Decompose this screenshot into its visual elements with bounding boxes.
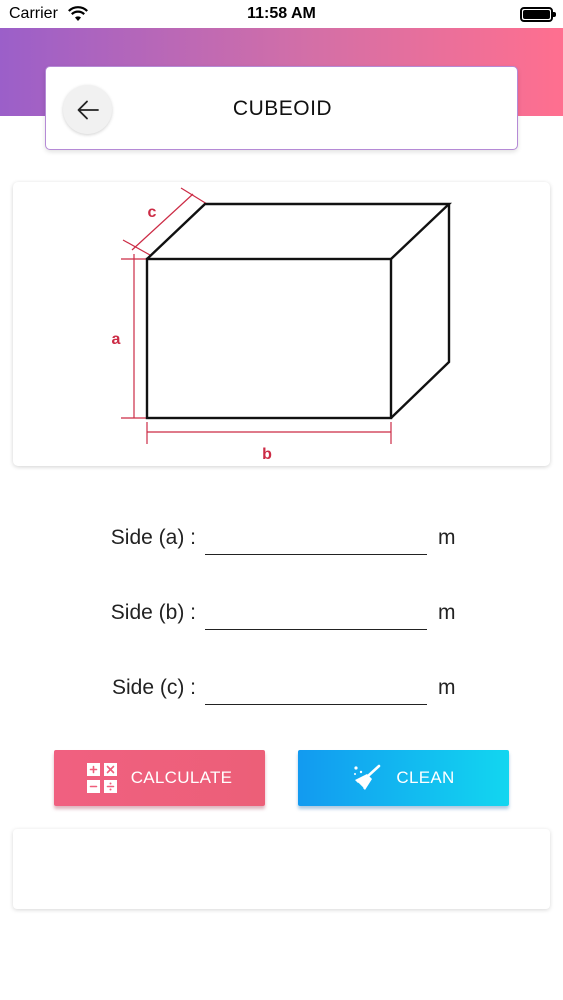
side-a-unit: m xyxy=(438,526,456,549)
back-button[interactable] xyxy=(63,85,112,134)
clean-button[interactable]: CLEAN xyxy=(298,750,509,806)
dimension-lines xyxy=(121,187,392,444)
side-a-label: Side (a) : xyxy=(110,526,196,549)
cuboid-outline xyxy=(145,202,453,420)
status-bar: Carrier 11:58 AM xyxy=(0,0,563,28)
battery-icon xyxy=(520,7,556,22)
side-c-input[interactable] xyxy=(205,671,427,705)
clean-label: CLEAN xyxy=(396,768,455,787)
clock: 11:58 AM xyxy=(247,5,316,22)
page-title: CUBEOID xyxy=(232,97,333,120)
side-c-row: Side (c) : m xyxy=(0,668,563,708)
broom-icon xyxy=(352,763,382,793)
side-b-label: Side (b) : xyxy=(110,601,196,624)
arrow-left-icon xyxy=(77,100,99,119)
title-bar: CUBEOID xyxy=(45,66,518,150)
label-b: b xyxy=(262,446,272,463)
side-a-input[interactable] xyxy=(205,521,427,555)
side-c-label: Side (c) : xyxy=(111,676,196,699)
side-b-row: Side (b) : m xyxy=(0,593,563,633)
cuboid-drawing: c a b xyxy=(112,187,453,463)
calculator-icon xyxy=(86,763,117,793)
cuboid-diagram: c a b xyxy=(13,182,550,466)
label-c: c xyxy=(148,204,157,221)
calculate-label: CALCULATE xyxy=(130,768,233,787)
result-panel xyxy=(13,829,550,909)
side-b-input[interactable] xyxy=(205,596,427,630)
calculate-button[interactable]: CALCULATE xyxy=(54,750,265,806)
side-a-row: Side (a) : m xyxy=(0,518,563,558)
side-c-unit: m xyxy=(438,676,456,699)
side-b-unit: m xyxy=(438,601,456,624)
label-a: a xyxy=(112,331,121,348)
